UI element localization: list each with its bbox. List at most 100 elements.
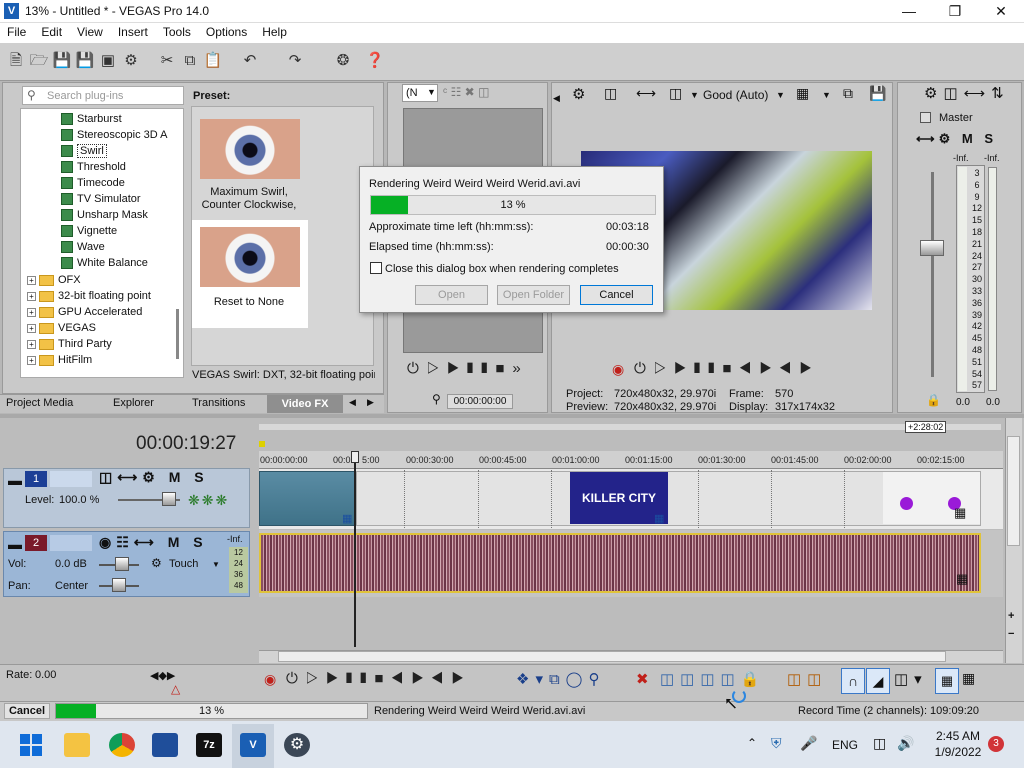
chrome-icon[interactable] [109,733,135,757]
notification-badge[interactable]: 3 [988,736,1004,752]
store-icon[interactable] [152,733,178,757]
volume-icon[interactable]: 🔊 [897,735,914,752]
automation-mode[interactable]: Touch [169,558,198,570]
explore-icon[interactable]: ❂ [333,51,353,71]
preset-thumbnail[interactable] [200,227,300,287]
timeline-record-icon[interactable]: ◉ [264,671,276,688]
paste-icon[interactable]: 📋 [203,51,223,71]
tree-item[interactable]: Unsharp Mask [61,207,148,223]
menu-file[interactable]: File [0,23,34,39]
maximize-button[interactable]: ❐ [932,0,978,23]
lock-icon[interactable]: 🔒 [926,393,941,407]
tree-folder[interactable]: + VEGAS [27,320,96,336]
ripple-edit-icon[interactable]: ◫▾ [894,670,928,688]
preview-settings-icon[interactable]: ⚙ [572,85,585,103]
delete-icon[interactable]: ✖ [636,670,649,688]
status-cancel-button[interactable]: Cancel [4,703,50,719]
save-as-icon[interactable]: 💾 [75,51,95,71]
save-icon[interactable]: 💾 [52,51,72,71]
tree-folder[interactable]: +32-bit floating point [27,288,151,304]
file-explorer-icon[interactable] [64,733,90,757]
copy-snapshot-icon[interactable]: ⧉ [843,85,853,102]
event-pan-crop-icon[interactable]: ▦ [954,505,966,521]
record-icon[interactable]: ◉ [612,361,624,378]
save-snapshot-icon[interactable]: 💾 [869,85,886,102]
compositing-mode-icons[interactable]: ❋❋❋ [188,492,229,509]
settings-gear-icon[interactable]: ⚙ [284,733,310,757]
marker-icons[interactable]: ◫◫ [787,670,827,688]
tab-video-fx[interactable]: Video FX [267,395,343,413]
expand-icon[interactable]: + [27,291,36,301]
audio-event-fx-icon[interactable]: ▦ [956,571,968,587]
tab-transitions[interactable]: Transitions [192,397,245,409]
vertical-scroll-thumb[interactable] [1007,436,1020,546]
event-fx-icon[interactable]: ▦ [342,512,352,525]
playhead-handle[interactable] [351,451,359,463]
horizontal-scroll-thumb[interactable] [278,651,946,662]
chevron-down-icon[interactable]: ▼ [776,90,785,100]
vol-slider-thumb[interactable] [115,557,129,571]
track-collapse-icon[interactable]: ▬ [8,536,22,552]
tree-item[interactable]: TV Simulator [61,191,141,207]
clock-date[interactable]: 1/9/2022 [930,745,986,759]
security-icon[interactable]: ⛨ [771,735,782,752]
playhead[interactable] [354,453,356,647]
zoom-in-icon[interactable]: + [1008,610,1014,622]
close-window-button[interactable]: ✕ [978,0,1024,23]
menu-options[interactable]: Options [199,23,255,39]
microphone-icon[interactable]: 🎤 [800,735,817,752]
zoom-out-icon[interactable]: − [1008,628,1014,640]
expand-icon[interactable]: + [27,355,36,365]
track-1-name[interactable] [50,471,92,487]
tab-scroll-right-icon[interactable]: ▶ [367,397,374,408]
chevron-down-icon[interactable]: ▼ [822,90,831,100]
menu-edit[interactable]: Edit [34,23,70,39]
collapse-icon[interactable]: ◀ [553,93,560,104]
split-screen-icon[interactable]: ◫ [604,85,617,102]
start-button[interactable] [20,734,42,756]
render-cancel-button[interactable]: Cancel [580,285,653,305]
new-project-icon[interactable]: 🗎 [6,51,26,71]
tree-scrollbar[interactable] [176,309,179,359]
expand-icon[interactable]: + [27,323,36,333]
plugin-search[interactable]: ⚲ Search plug-ins [22,86,184,105]
master-tool-icons[interactable]: ⚙◫⟷⇅ [924,84,1010,102]
preview-transport-icons[interactable]: ⏻▷▶❚❚■◀▶◀▶ [634,360,819,377]
render-as-icon[interactable]: ▣ [98,51,118,71]
menu-insert[interactable]: Insert [111,23,156,39]
track-1-controls[interactable]: ◫⟷⚙ M S [99,469,209,486]
preview-quality[interactable]: Good (Auto) [703,88,768,102]
tree-item-selected[interactable]: Swirl [61,143,107,159]
audio-waveform-clip[interactable] [259,533,981,593]
tree-item[interactable]: Timecode [61,175,125,191]
menu-help[interactable]: Help [255,23,295,39]
trimmer-tools-icons[interactable]: ᶜ ☷ ✖ ◫ [443,85,489,99]
level-slider-thumb[interactable] [162,492,176,506]
undo-icon[interactable]: ↶ [240,51,260,71]
automation-icon[interactable]: ⚙ [151,556,162,570]
expand-icon[interactable]: + [27,307,36,317]
snapping-toggle[interactable]: ∩ [841,668,865,694]
tree-folder[interactable]: + Third Party [27,336,112,352]
minimize-button[interactable]: — [886,0,932,23]
playback-mode-icon[interactable]: ⟷ [636,85,656,102]
clock-time[interactable]: 2:45 AM [933,729,983,743]
open-folder-button[interactable]: Open Folder [497,285,570,305]
master-fader[interactable] [920,240,944,256]
expand-icon[interactable]: + [27,339,36,349]
help-icon[interactable]: ❓ [365,51,385,71]
trimmer-dropdown[interactable]: (N ▼ [402,84,438,102]
vegas-taskbar-icon[interactable]: V [240,733,266,757]
search-input[interactable]: Search plug-ins [47,90,123,102]
lock-envelopes-toggle[interactable]: ▦ [935,668,959,694]
tab-scroll-left-icon[interactable]: ◀ [349,397,356,408]
pan-slider-thumb[interactable] [112,578,126,592]
tree-item[interactable]: Stereoscopic 3D A [61,127,168,143]
preset-thumbnail[interactable] [200,119,300,179]
redo-icon[interactable]: ↷ [285,51,305,71]
auto-crossfade-toggle[interactable]: ◢ [866,668,890,694]
trim-tool-icons[interactable]: ◫◫◫◫🔒 [660,670,765,688]
track-collapse-icon[interactable]: ▬ [8,472,22,488]
tree-item[interactable]: Starburst [61,111,122,127]
tree-item[interactable]: Vignette [61,223,117,239]
